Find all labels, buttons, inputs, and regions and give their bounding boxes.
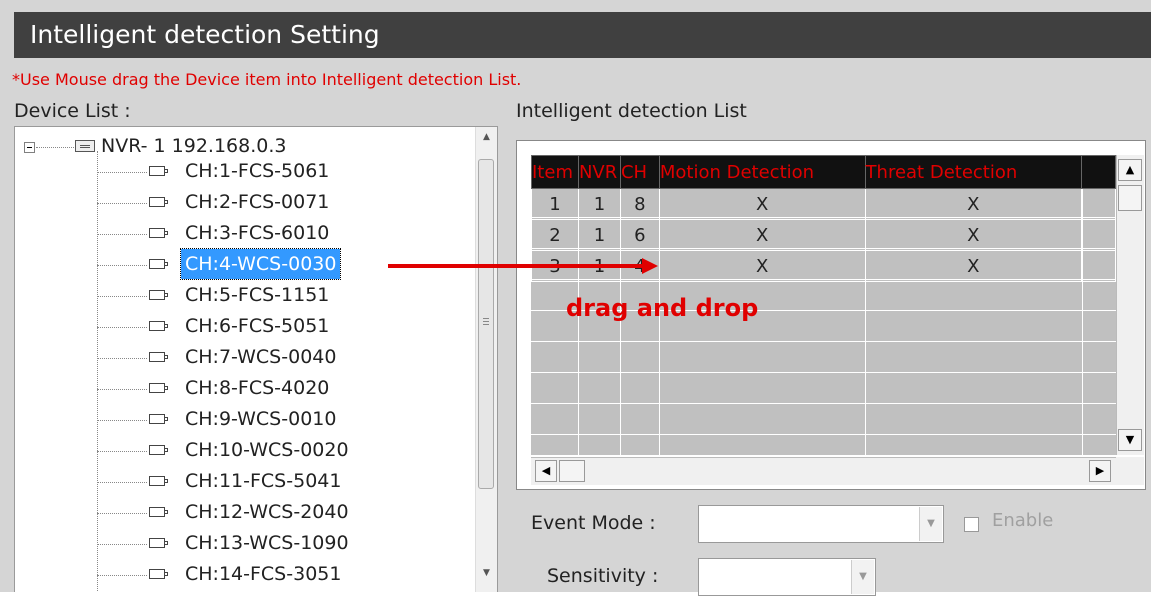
scroll-up-icon[interactable]: ▲ bbox=[476, 127, 497, 147]
channel-label: CH:7-WCS-0040 bbox=[185, 346, 337, 368]
scroll-down-icon[interactable]: ▼ bbox=[476, 563, 497, 583]
chevron-down-icon[interactable]: ▼ bbox=[851, 560, 874, 594]
channel-label: CH:2-FCS-0071 bbox=[185, 191, 330, 213]
col-header-item[interactable]: Item bbox=[531, 155, 579, 189]
event-mode-select[interactable]: ▼ bbox=[698, 505, 944, 543]
tree-node-channel[interactable]: CH:2-FCS-0071 bbox=[15, 188, 475, 218]
nvr-icon bbox=[75, 140, 95, 152]
channel-label: CH:12-WCS-2040 bbox=[185, 501, 349, 523]
table-row[interactable]: 118XX bbox=[531, 188, 1116, 220]
device-list-label: Device List : bbox=[14, 100, 131, 122]
tree-node-channel[interactable]: CH:5-FCS-1151 bbox=[15, 281, 475, 311]
col-header-extra bbox=[1081, 155, 1116, 189]
tree-node-channel[interactable]: CH:10-WCS-0020 bbox=[15, 436, 475, 466]
channel-label: CH:11-FCS-5041 bbox=[185, 470, 342, 492]
channel-label: CH:8-FCS-4020 bbox=[185, 377, 330, 399]
table-cell: 1 bbox=[577, 219, 621, 251]
tree-node-channel[interactable]: CH:12-WCS-2040 bbox=[15, 498, 475, 528]
scroll-thumb[interactable] bbox=[559, 460, 585, 482]
camera-icon bbox=[149, 321, 168, 331]
event-mode-label: Event Mode : bbox=[531, 512, 656, 534]
tree-node-channel[interactable]: CH:13-WCS-1090 bbox=[15, 529, 475, 559]
tree-node-channel[interactable]: CH:1-FCS-5061 bbox=[15, 157, 475, 187]
camera-icon bbox=[149, 476, 168, 486]
camera-icon bbox=[149, 569, 168, 579]
camera-icon bbox=[149, 414, 168, 424]
camera-icon bbox=[149, 445, 168, 455]
scroll-left-icon[interactable]: ◀ bbox=[535, 460, 557, 482]
tree-node-channel[interactable]: CH:7-WCS-0040 bbox=[15, 343, 475, 373]
camera-icon bbox=[149, 352, 168, 362]
chevron-down-icon[interactable]: ▼ bbox=[919, 507, 942, 541]
table-cell: X bbox=[864, 250, 1083, 282]
sensitivity-select[interactable]: ▼ bbox=[698, 558, 876, 596]
sensitivity-label: Sensitivity : bbox=[547, 565, 659, 587]
camera-icon bbox=[149, 507, 168, 517]
settings-panel: Intelligent detection Setting *Use Mouse… bbox=[0, 0, 1151, 596]
drag-hint: *Use Mouse drag the Device item into Int… bbox=[12, 70, 522, 89]
tree-node-channel[interactable]: CH:6-FCS-5051 bbox=[15, 312, 475, 342]
scroll-up-icon[interactable]: ▲ bbox=[1118, 159, 1142, 181]
camera-icon bbox=[149, 259, 168, 269]
col-header-ch[interactable]: CH bbox=[619, 155, 660, 189]
table-cell: 2 bbox=[531, 219, 579, 251]
device-tree[interactable]: NVR- 1 192.168.0.3 CH:1-FCS-5061 CH:2-FCS… bbox=[14, 126, 498, 592]
camera-icon bbox=[149, 538, 168, 548]
collapse-icon[interactable] bbox=[24, 142, 35, 153]
table-cell: 1 bbox=[531, 188, 579, 220]
table-cell: X bbox=[658, 188, 866, 220]
scroll-down-icon[interactable]: ▼ bbox=[1118, 429, 1142, 451]
table-cell: X bbox=[658, 250, 866, 282]
table-cell: X bbox=[864, 219, 1083, 251]
channel-label: CH:4-WCS-0030 bbox=[179, 248, 342, 280]
enable-checkbox[interactable] bbox=[964, 517, 979, 532]
scroll-thumb[interactable] bbox=[1118, 185, 1142, 211]
col-header-threat[interactable]: Threat Detection bbox=[864, 155, 1083, 189]
grid-horizontal-scrollbar[interactable]: ◀ ▶ bbox=[531, 457, 1116, 485]
scroll-right-icon[interactable]: ▶ bbox=[1089, 460, 1111, 482]
camera-icon bbox=[149, 166, 168, 176]
scroll-thumb[interactable] bbox=[478, 159, 494, 489]
channel-label: CH:1-FCS-5061 bbox=[185, 160, 330, 182]
channel-label: CH:5-FCS-1151 bbox=[185, 284, 330, 306]
camera-icon bbox=[149, 228, 168, 238]
device-list-scrollbar[interactable]: ▲ ▼ bbox=[475, 127, 497, 592]
camera-icon bbox=[149, 383, 168, 393]
tree-node-channel[interactable]: CH:11-FCS-5041 bbox=[15, 467, 475, 497]
table-cell: 1 bbox=[577, 188, 621, 220]
drag-arrow bbox=[388, 264, 644, 268]
tree-node-channel[interactable]: CH:14-FCS-3051 bbox=[15, 560, 475, 590]
drag-and-drop-annotation: drag and drop bbox=[566, 294, 759, 322]
table-cell: 8 bbox=[619, 188, 660, 220]
table-row[interactable]: 216XX bbox=[531, 219, 1116, 251]
grid-header-row: Item NVR CH Motion Detection Threat Dete… bbox=[531, 155, 1116, 189]
grid-vertical-scrollbar[interactable]: ▲ ▼ bbox=[1116, 155, 1144, 455]
channel-label: CH:9-WCS-0010 bbox=[185, 408, 337, 430]
panel-title: Intelligent detection Setting bbox=[14, 12, 1151, 58]
tree-node-channel[interactable]: CH:9-WCS-0010 bbox=[15, 405, 475, 435]
detection-list-label: Intelligent detection List bbox=[516, 100, 747, 122]
arrow-head-icon bbox=[642, 258, 658, 274]
channel-label: CH:6-FCS-5051 bbox=[185, 315, 330, 337]
tree-node-channel[interactable]: CH:8-FCS-4020 bbox=[15, 374, 475, 404]
channel-label: CH:10-WCS-0020 bbox=[185, 439, 349, 461]
channel-label: CH:13-WCS-1090 bbox=[185, 532, 349, 554]
channel-label: CH:14-FCS-3051 bbox=[185, 563, 342, 585]
tree-node-channel[interactable]: CH:3-FCS-6010 bbox=[15, 219, 475, 249]
enable-label: Enable bbox=[992, 510, 1054, 531]
table-cell: 6 bbox=[619, 219, 660, 251]
tree-node-nvr[interactable]: NVR- 1 192.168.0.3 bbox=[15, 127, 475, 157]
camera-icon bbox=[149, 197, 168, 207]
camera-icon bbox=[149, 290, 168, 300]
channel-label: CH:3-FCS-6010 bbox=[185, 222, 330, 244]
col-header-nvr[interactable]: NVR bbox=[577, 155, 621, 189]
table-cell: X bbox=[864, 188, 1083, 220]
col-header-motion[interactable]: Motion Detection bbox=[658, 155, 866, 189]
table-cell: X bbox=[658, 219, 866, 251]
